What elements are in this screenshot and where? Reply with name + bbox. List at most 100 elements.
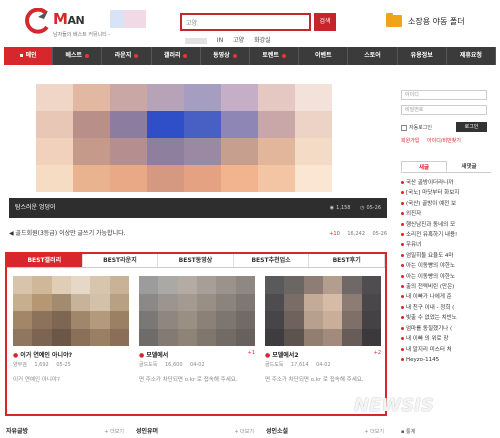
list-item[interactable]: 빛출 수 없었는 치빈노 xyxy=(401,313,491,323)
hero-caption: 탐스러운 엉덩이 xyxy=(15,204,56,211)
card-views: 17,614 xyxy=(291,362,309,368)
bullet-icon xyxy=(401,285,404,289)
bullet-icon xyxy=(401,305,404,309)
nav-item-lounge[interactable]: 라운지 xyxy=(102,47,152,65)
site-logo[interactable]: MAN 남자들의 베스트 커뮤니티 - xyxy=(24,6,154,40)
bullet-icon xyxy=(401,181,404,184)
login-button[interactable]: 로그인 xyxy=(456,122,487,132)
card-date: 05-25 xyxy=(56,362,71,368)
category-free[interactable]: 자유글방 + 더보기 xyxy=(0,426,130,438)
favorite-folder[interactable]: 소장용 야동 폴더 xyxy=(386,13,465,27)
nav-item-gallery[interactable]: 갤러리 xyxy=(152,47,201,65)
list-item[interactable]: 아는 이동빵의 야한노 xyxy=(401,261,491,271)
popular-keyword[interactable]: IN xyxy=(217,37,223,44)
site-header: MAN 남자들의 베스트 커뮤니티 - 검색 IN 고양 화강실 소장용 야동 … xyxy=(0,0,500,46)
eye-icon: ◉ xyxy=(329,205,335,211)
list-item[interactable]: 내 친구 이내 - 정희 ( xyxy=(401,303,491,313)
category-humor[interactable]: 성인유머 + 더보기 xyxy=(130,426,260,438)
tab-best-recommend[interactable]: BEST추천업소 xyxy=(233,254,310,267)
tab-new-posts[interactable]: 새글 xyxy=(401,161,447,172)
nav-item-torrent[interactable]: 토렌트 xyxy=(250,47,300,65)
new-dot-icon xyxy=(134,53,139,58)
card-thumbnail[interactable] xyxy=(265,276,381,346)
nav-item-partnership[interactable]: 제휴요청 xyxy=(447,47,497,65)
list-item[interactable]: 엄마를 동질했기나 ( xyxy=(401,324,491,334)
tab-best-lounge[interactable]: BEST라운지 xyxy=(82,254,159,267)
list-item[interactable]: 내 알지리 미스터 처 xyxy=(401,345,491,355)
logo-text: MAN xyxy=(53,10,85,28)
list-item[interactable]: Heyzo-1145 xyxy=(401,355,491,365)
bullet-icon xyxy=(401,201,404,205)
tab-best-video[interactable]: BEST동영상 xyxy=(158,254,234,267)
folder-icon xyxy=(386,13,402,27)
password-input[interactable]: 비밀번호 xyxy=(401,105,487,115)
card-thumbnail[interactable] xyxy=(13,276,129,346)
list-item[interactable]: 외진자 xyxy=(401,209,491,219)
category-novel[interactable]: 성인소설 + 더보기 xyxy=(260,426,390,438)
tab-best-review[interactable]: BEST후기 xyxy=(309,254,385,267)
hero-date: 05-26 xyxy=(366,205,381,211)
card-title[interactable]: ● 모델에서 xyxy=(139,350,168,359)
best-card[interactable]: ● 이거 연예인 아니야? 양부검 1,692 05-25 이거 연예인 아니야? xyxy=(13,276,129,406)
best-card[interactable]: ● 모델에서2 +2 골드도둑 17,614 04-02 면 주소가 차단되면 o… xyxy=(265,276,381,406)
card-meta: 양부검 1,692 05-25 xyxy=(13,361,129,368)
card-title[interactable]: ● 모델에서2 xyxy=(265,350,299,359)
more-link[interactable]: + 더보기 xyxy=(104,426,124,438)
list-item[interactable]: 소리전 유혹하기 내용! xyxy=(401,230,491,240)
list-item[interactable]: 출의 전력비린 (만은) xyxy=(401,282,491,292)
bullet-icon xyxy=(401,316,404,320)
bullet-icon xyxy=(401,191,404,195)
card-desc: 면 주소가 차단되면 o.kr 로 접속해 주세요. xyxy=(265,377,364,383)
list-item[interactable]: [국노] 마닷부터 화보지 xyxy=(401,188,491,198)
card-views: 1,692 xyxy=(34,362,49,368)
notice-meta: +10 16,242 05-26 xyxy=(323,228,387,240)
search-button[interactable]: 검색 xyxy=(314,13,336,31)
list-item[interactable]: 아는 이동빵의 야한노 xyxy=(401,272,491,282)
logo-mark-icon xyxy=(25,8,49,34)
best-section: BEST갤러리 BEST라운지 BEST동영상 BEST추천업소 BEST후기 … xyxy=(5,252,387,416)
bullet-icon xyxy=(401,357,404,361)
card-author: 골드도둑 xyxy=(265,362,284,368)
list-item[interactable]: 내 이빠가 나에게 준 xyxy=(401,292,491,302)
list-item[interactable]: 우유녀 xyxy=(401,240,491,250)
best-card[interactable]: ● 모델에서 +1 골드도둑 16,600 04-02 면 주소가 차단되면 o.… xyxy=(139,276,255,406)
bullet-icon xyxy=(401,212,404,216)
card-comment-count: +1 xyxy=(247,350,255,356)
more-link[interactable]: + 더보기 xyxy=(234,426,254,438)
popular-keyword[interactable]: 고양 xyxy=(233,37,244,44)
nav-item-info[interactable]: 유용정보 xyxy=(398,47,447,65)
nav-item-event[interactable]: 이벤트 xyxy=(299,47,349,65)
list-item[interactable]: (국산) 골방이 예전 보 xyxy=(401,199,491,209)
id-input[interactable]: 아이디 xyxy=(401,90,487,100)
card-meta: 골드도둑 16,600 04-02 xyxy=(139,361,255,368)
card-title[interactable]: ● 이거 연예인 아니야? xyxy=(13,350,72,359)
nav-item-main[interactable]: ▪ 메인 xyxy=(4,47,54,65)
signup-link[interactable]: 회원가입 xyxy=(401,138,419,144)
list-item[interactable]: 엄밀히둘 요율도 4마 xyxy=(401,251,491,261)
hero-banner[interactable]: 탐스러운 엉덩이 ◉ 1,158 ◷ 05-26 xyxy=(9,80,387,218)
card-meta: 골드도둑 17,614 04-02 xyxy=(265,361,381,368)
bullet-icon xyxy=(401,274,404,278)
nav-item-store[interactable]: 스토어 xyxy=(348,47,398,65)
tab-best-gallery[interactable]: BEST갤러리 xyxy=(7,254,83,267)
bullet-icon xyxy=(401,295,404,299)
more-link[interactable]: + 더보기 xyxy=(364,426,384,438)
list-item[interactable]: 국산 골방이더라니까 xyxy=(401,178,491,188)
list-item[interactable]: 내 이빠 의 위로 장 xyxy=(401,334,491,344)
tab-new-comments[interactable]: 새댓글 xyxy=(447,161,491,172)
auto-login-checkbox[interactable]: 자동로그인 xyxy=(401,124,432,131)
list-item[interactable]: 행신남진과 동네의 모 xyxy=(401,220,491,230)
notice-row[interactable]: ◀ 골드회원(3등급) 이상만 글쓰기 가능합니다. +10 16,242 05… xyxy=(9,228,387,240)
card-thumbnail[interactable] xyxy=(139,276,255,346)
card-desc: 면 주소가 차단되면 o.kr 로 접속해 주세요. xyxy=(139,377,238,383)
new-dot-icon xyxy=(85,53,90,58)
find-account-link[interactable]: 아이디/비번찾기 xyxy=(427,138,461,144)
new-dot-icon xyxy=(281,53,286,58)
search-input[interactable] xyxy=(182,15,309,29)
clock-icon: ◷ xyxy=(360,205,365,211)
nav-item-best[interactable]: 베스트 xyxy=(53,47,103,65)
card-author: 양부검 xyxy=(13,362,27,368)
nav-item-video[interactable]: 동영상 xyxy=(201,47,251,65)
popular-keyword[interactable]: 화강실 xyxy=(254,37,271,44)
bullet-icon: ● xyxy=(13,352,19,359)
